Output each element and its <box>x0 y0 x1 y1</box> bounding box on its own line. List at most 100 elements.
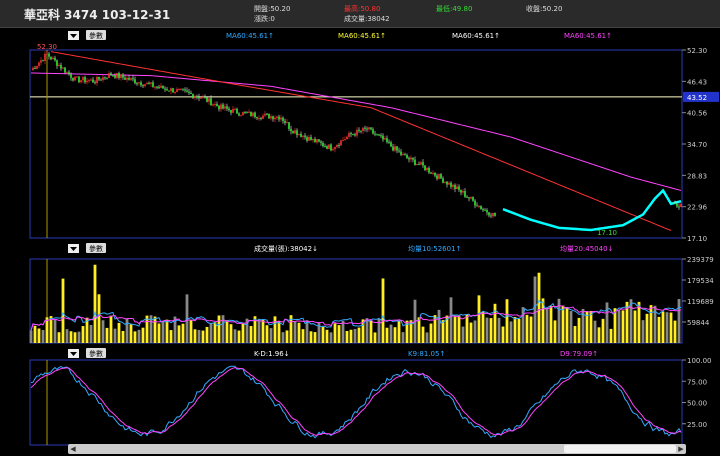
volume-bar <box>261 319 265 343</box>
candle-body <box>258 118 260 120</box>
volume-bar <box>29 330 33 343</box>
candle-body <box>262 115 264 119</box>
candle-body <box>106 77 108 79</box>
candle-body <box>60 64 62 69</box>
volume-bar <box>201 330 205 343</box>
scroll-thumb[interactable] <box>564 445 676 453</box>
candle-body <box>118 73 120 78</box>
volume-bar <box>257 318 261 343</box>
candle-body <box>228 108 230 111</box>
volume-bar <box>649 305 653 343</box>
candle-body <box>154 86 156 88</box>
candle-body <box>36 65 38 69</box>
candle-body <box>164 88 166 90</box>
candle-body <box>112 74 114 76</box>
candle-body <box>46 53 48 55</box>
volume-bar <box>421 326 425 343</box>
y-tick-label-volume: 179534 <box>687 277 714 285</box>
candle-body <box>204 96 206 98</box>
volume-bar <box>509 321 513 343</box>
candle-body <box>62 67 64 69</box>
candle-body <box>158 86 160 88</box>
y-tick-label-price: 17.10 <box>687 235 707 243</box>
stock-chart: 參數 MA60:45.61↑ MA60:45.61↑ MA60:45.61↑ MA60:… <box>29 28 719 446</box>
candle-body <box>218 105 220 110</box>
param-button-label: 參數 <box>89 244 103 253</box>
y-tick-label-price: 46.43 <box>687 78 707 86</box>
candle-body <box>330 144 332 151</box>
volume-bar <box>597 327 601 343</box>
volume-bar <box>513 317 517 343</box>
kd-d-line <box>30 367 682 436</box>
volume-bar <box>209 323 213 343</box>
candle-body <box>488 212 490 216</box>
candle-body <box>412 157 414 160</box>
candle-body <box>332 149 334 151</box>
legend-kd-2: D9:79.09↑ <box>560 350 598 358</box>
candle-body <box>420 162 422 165</box>
candle-body <box>326 146 328 149</box>
candle-body <box>176 89 178 93</box>
volume-bar <box>537 272 541 343</box>
candle-body <box>224 106 226 109</box>
high-price: 最高:50.80 <box>344 5 381 13</box>
candle-body <box>430 172 432 174</box>
candle-body <box>136 83 138 85</box>
candle-body <box>344 139 346 141</box>
volume-bar <box>501 326 505 343</box>
candle-body <box>130 78 132 80</box>
volume-bar <box>177 325 181 343</box>
candle-body <box>290 128 292 132</box>
candle-body <box>424 165 426 170</box>
candle-body <box>144 84 146 87</box>
candle-body <box>100 79 102 81</box>
volume-bar <box>677 299 681 343</box>
volume-bar <box>617 310 621 343</box>
candle-body <box>186 90 188 92</box>
candle-body <box>340 140 342 146</box>
candle-body <box>472 197 474 201</box>
scroll-right-icon[interactable]: ▶ <box>676 444 686 454</box>
volume-bar <box>593 320 597 343</box>
volume-bar <box>441 320 445 343</box>
volume-bar <box>305 320 309 343</box>
volume-bar <box>37 328 41 343</box>
candle-body <box>70 74 72 78</box>
volume-bar <box>277 321 281 343</box>
candle-body <box>442 178 444 183</box>
candle-body <box>94 82 96 84</box>
volume-bar <box>381 278 385 343</box>
legend-price-3: MA60:45.61↑ <box>564 32 612 40</box>
candle-body <box>294 130 296 134</box>
scroll-left-icon[interactable]: ◀ <box>68 444 78 454</box>
candle-body <box>394 146 396 151</box>
volume-bar <box>341 320 345 343</box>
legend-volume-0: 成交量(張):38042↓ <box>254 244 318 253</box>
candle-body <box>322 142 324 147</box>
candle-body <box>492 212 494 217</box>
volume-bar <box>469 322 473 343</box>
candle-body <box>282 117 284 121</box>
volume-bar <box>101 320 105 343</box>
candle-body <box>82 77 84 81</box>
candle-body <box>244 111 246 113</box>
volume-bar <box>325 329 329 343</box>
candle-body <box>80 80 82 83</box>
candle-body <box>156 86 158 88</box>
candle-body <box>462 191 464 193</box>
candle-body <box>52 57 54 60</box>
candle-body <box>234 108 236 110</box>
candle-body <box>676 203 678 207</box>
horizontal-scrollbar[interactable]: ◀ ▶ <box>68 444 686 454</box>
candle-body <box>298 133 300 135</box>
candle-body <box>180 88 182 90</box>
candle-body <box>358 129 360 131</box>
price-change: 漲跌:0 <box>254 15 275 23</box>
candle-body <box>398 150 400 152</box>
y-tick-label-price: 52.30 <box>687 47 707 55</box>
panel-frame-kd <box>29 359 683 446</box>
candle-body <box>120 74 122 78</box>
volume-bar <box>205 326 209 343</box>
candle-body <box>42 60 44 62</box>
volume-bar <box>165 319 169 343</box>
